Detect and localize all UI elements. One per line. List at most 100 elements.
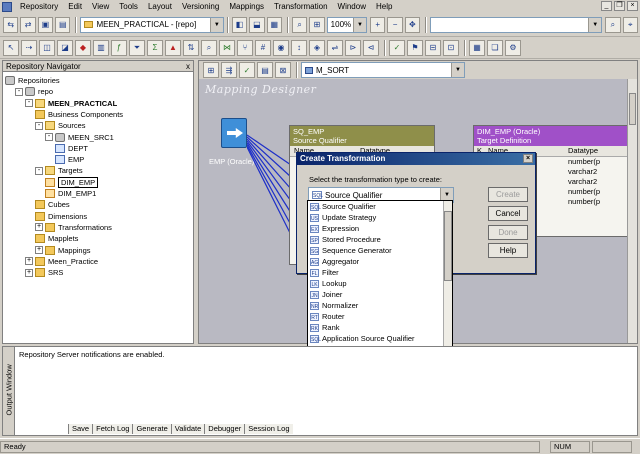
connect-icon[interactable]: ⇆: [3, 16, 19, 33]
list-item[interactable]: AG Aggregator: [308, 256, 452, 267]
validate-icon[interactable]: ✓: [389, 39, 405, 56]
collapse-icon[interactable]: -: [35, 166, 43, 175]
tab-session-log[interactable]: Session Log: [244, 424, 293, 434]
link-icon[interactable]: ⇢: [21, 39, 37, 56]
tree-item[interactable]: + Transformations: [35, 222, 112, 233]
tree-item[interactable]: + Mappings: [35, 245, 91, 256]
zoom-out-icon[interactable]: −: [387, 16, 403, 33]
source-qualifier-icon[interactable]: ◫: [39, 39, 55, 56]
arrange-icon[interactable]: ⊟: [425, 39, 441, 56]
tree-item[interactable]: - Sources: [35, 120, 86, 131]
print-icon[interactable]: ▤: [55, 16, 71, 33]
menu-versioning[interactable]: Versioning: [177, 0, 224, 13]
mapplet-output-icon[interactable]: ⊲: [363, 39, 379, 56]
list-item[interactable]: JN Joiner: [308, 289, 452, 300]
collapse-icon[interactable]: -: [35, 121, 43, 130]
expand-icon[interactable]: +: [35, 223, 43, 232]
tree-item[interactable]: + Meen_Practice: [25, 256, 98, 267]
validate-icon[interactable]: ✓: [239, 62, 255, 78]
tree-item[interactable]: Cubes: [35, 199, 70, 210]
list-item[interactable]: RK Rank: [308, 322, 452, 333]
mq-icon[interactable]: ◆: [75, 39, 91, 56]
disconnect-icon[interactable]: ⇄: [20, 16, 36, 33]
tree-item[interactable]: + SRS: [25, 267, 63, 278]
minimize-icon[interactable]: _: [601, 1, 612, 11]
xml-icon[interactable]: ▥: [93, 39, 109, 56]
tree-item[interactable]: DIM_EMP1: [45, 188, 96, 199]
cascade-icon[interactable]: ❏: [487, 39, 503, 56]
expand-icon[interactable]: +: [35, 246, 43, 254]
tab-save[interactable]: Save: [68, 424, 93, 434]
tree-item[interactable]: DIM_EMP: [45, 176, 99, 188]
list-item[interactable]: EX Expression: [308, 223, 452, 234]
tab-debugger[interactable]: Debugger: [204, 424, 245, 434]
workflow-icon[interactable]: ⚙: [505, 39, 521, 56]
tab-fetch-log[interactable]: Fetch Log: [92, 424, 133, 434]
menu-help[interactable]: Help: [371, 0, 397, 13]
list-item[interactable]: LK Lookup: [308, 278, 452, 289]
transaction-icon[interactable]: ⇌: [327, 39, 343, 56]
aggregator-icon[interactable]: Σ: [147, 39, 163, 56]
save-icon[interactable]: ▣: [37, 16, 54, 33]
tree-item[interactable]: Business Components: [35, 109, 123, 120]
lookup-icon[interactable]: ⌕: [201, 39, 217, 56]
collapse-icon[interactable]: -: [45, 133, 53, 141]
menu-layout[interactable]: Layout: [143, 0, 177, 13]
rank-icon[interactable]: ▲: [165, 39, 181, 56]
close-icon[interactable]: ×: [523, 154, 533, 163]
router-icon[interactable]: ⑂: [237, 39, 253, 56]
list-item[interactable]: SP Stored Procedure: [308, 234, 452, 245]
debug-icon[interactable]: ⚑: [407, 39, 423, 56]
zoom-combo[interactable]: 100% ▼: [326, 16, 367, 33]
menu-tools[interactable]: Tools: [114, 0, 143, 13]
mapplet-input-icon[interactable]: ⊳: [345, 39, 361, 56]
arrange-icon[interactable]: ⇶: [221, 62, 237, 78]
stored-procedure-icon[interactable]: ◉: [273, 39, 289, 56]
pan-icon[interactable]: ✥: [404, 16, 421, 33]
sorter-icon[interactable]: ↕: [291, 39, 307, 56]
tree-item[interactable]: - MEEN_PRACTICAL: [25, 98, 117, 109]
close-icon[interactable]: x: [186, 61, 190, 72]
menu-window[interactable]: Window: [333, 0, 371, 13]
list-item[interactable]: NR Normalizer: [308, 300, 452, 311]
tree-item[interactable]: - repo: [15, 86, 53, 97]
select-arrow-icon[interactable]: ↖: [3, 39, 19, 56]
tree-item[interactable]: Mapplets: [35, 233, 78, 244]
list-item[interactable]: RT Router: [308, 311, 452, 322]
list-item[interactable]: SQL Application Source Qualifier: [308, 333, 452, 344]
menu-repository[interactable]: Repository: [15, 0, 63, 13]
list-item[interactable]: SG Sequence Generator: [308, 245, 452, 256]
find-combo[interactable]: ▼: [430, 16, 603, 33]
tab-validate[interactable]: Validate: [170, 424, 205, 434]
find-next-icon[interactable]: ⌕: [605, 16, 621, 33]
custom-icon[interactable]: ◈: [309, 39, 325, 56]
done-button[interactable]: Done: [488, 225, 528, 240]
iconize-icon[interactable]: ⊡: [443, 39, 459, 56]
list-item[interactable]: FL Filter: [308, 267, 452, 278]
find-prev-icon[interactable]: ⌖: [622, 16, 638, 33]
tab-generate[interactable]: Generate: [132, 424, 171, 434]
navigator-toggle-icon[interactable]: ◧: [231, 16, 248, 33]
restore-icon[interactable]: ❐: [614, 1, 625, 11]
close-icon[interactable]: ×: [627, 1, 638, 11]
update-strategy-icon[interactable]: ⇅: [183, 39, 199, 56]
tree-item[interactable]: - Targets: [35, 165, 83, 176]
tree-item[interactable]: Repositories: [5, 75, 60, 86]
zoom-icon[interactable]: ⌕: [291, 16, 308, 33]
sequence-icon[interactable]: #: [255, 39, 271, 56]
designer-vscroll[interactable]: [627, 79, 637, 343]
joiner-icon[interactable]: ⋈: [219, 39, 235, 56]
cancel-button[interactable]: Cancel: [488, 206, 528, 221]
menu-view[interactable]: View: [87, 0, 114, 13]
menu-transformation[interactable]: Transformation: [269, 0, 333, 13]
normalizer-icon[interactable]: ◪: [57, 39, 73, 56]
mapping-combo[interactable]: M_SORT ▼: [301, 62, 465, 78]
expression-icon[interactable]: ƒ: [111, 39, 127, 56]
overview-icon[interactable]: ▦: [266, 16, 282, 33]
create-button[interactable]: Create: [488, 187, 528, 202]
menu-mappings[interactable]: Mappings: [224, 0, 269, 13]
expand-icon[interactable]: +: [25, 268, 33, 277]
source-definition[interactable]: [221, 118, 247, 148]
zoom-in-icon[interactable]: +: [370, 16, 386, 33]
tree-item[interactable]: DEPT: [55, 143, 88, 154]
